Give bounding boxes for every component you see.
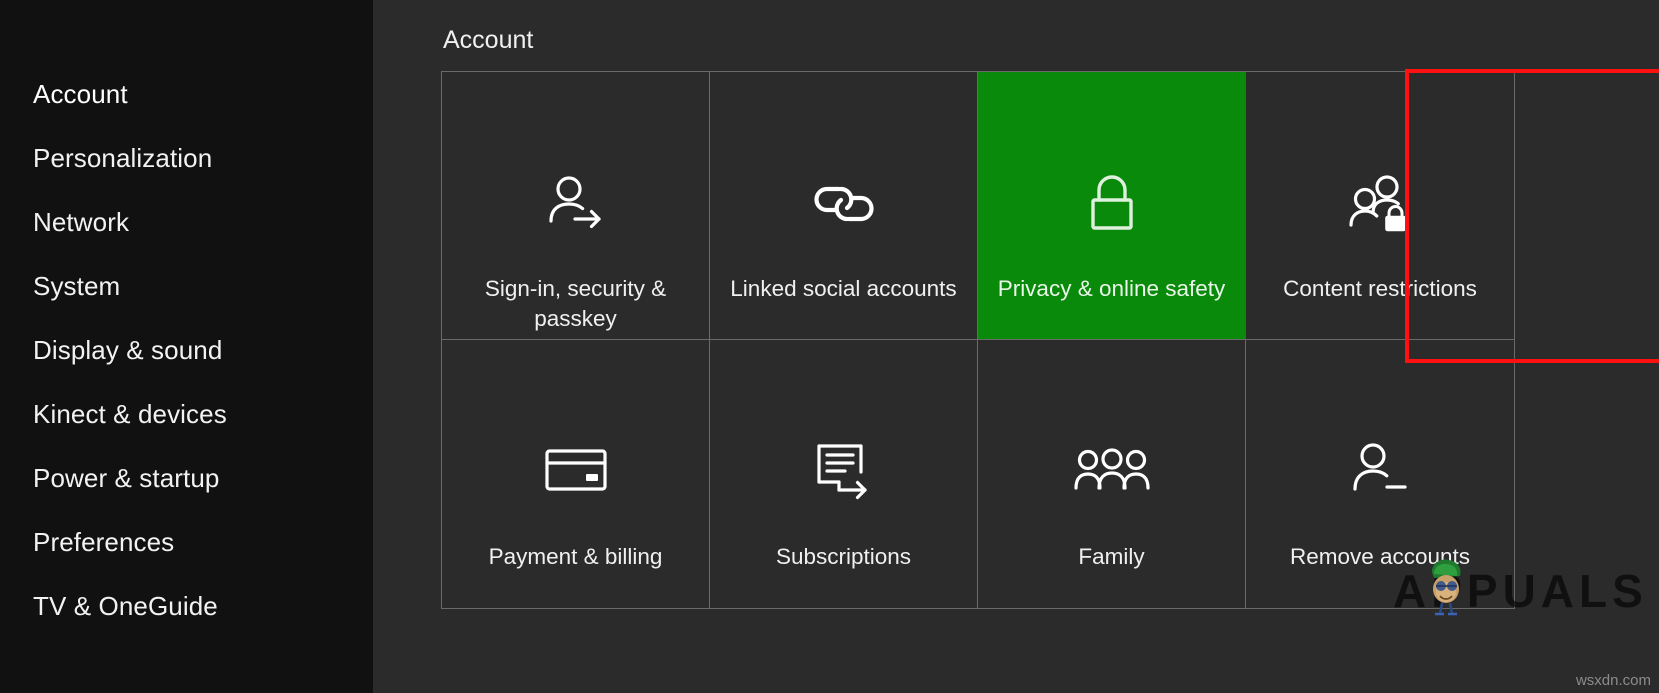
sidebar-item-label: Network [33, 206, 130, 237]
sidebar-item-network[interactable]: Network [0, 190, 373, 254]
credit-card-icon [544, 438, 608, 502]
tile-family[interactable]: Family [978, 340, 1246, 608]
sidebar-item-preferences[interactable]: Preferences [0, 510, 373, 574]
tile-label: Subscriptions [775, 544, 912, 569]
sidebar-item-label: Preferences [33, 526, 175, 557]
sidebar-item-personalization[interactable]: Personalization [0, 126, 373, 190]
tile-label: Sign-in, security & passkey [484, 276, 667, 331]
sidebar-item-system[interactable]: System [0, 254, 373, 318]
sidebar-item-kinect-devices[interactable]: Kinect & devices [0, 382, 373, 446]
tile-subscriptions[interactable]: Subscriptions [710, 340, 978, 608]
sidebar-item-tv-oneguide[interactable]: TV & OneGuide [0, 574, 373, 638]
tile-payment-billing[interactable]: Payment & billing [442, 340, 710, 608]
document-arrow-icon [815, 438, 873, 502]
sidebar-item-label: Personalization [33, 142, 213, 173]
page-title: Account [443, 26, 534, 54]
sidebar-item-label: Display & sound [33, 334, 223, 365]
tile-label: Content restrictions [1283, 276, 1477, 301]
tile-remove-accounts[interactable]: Remove accounts [1246, 340, 1514, 608]
chain-link-icon [811, 172, 877, 236]
people-lock-icon [1347, 172, 1413, 236]
person-arrow-icon [545, 172, 607, 236]
person-minus-icon [1349, 438, 1411, 502]
sidebar-item-label: Power & startup [33, 462, 220, 493]
sidebar-item-display-sound[interactable]: Display & sound [0, 318, 373, 382]
tile-label: Linked social accounts [730, 276, 957, 301]
tile-privacy-online-safety[interactable]: Privacy & online safety [978, 72, 1246, 340]
tile-label: Privacy & online safety [997, 276, 1226, 301]
lock-icon [1085, 172, 1139, 236]
tile-label: Remove accounts [1289, 544, 1471, 569]
sidebar-item-label: Account [33, 78, 128, 109]
people-group-icon [1073, 438, 1150, 502]
settings-sidebar: Account Personalization Network System D… [0, 0, 373, 693]
tile-content-restrictions[interactable]: Content restrictions [1246, 72, 1514, 340]
settings-main-panel: Account Sign-in, security & passkey Link… [373, 0, 1659, 693]
tile-label: Payment & billing [488, 544, 663, 569]
tile-linked-social-accounts[interactable]: Linked social accounts [710, 72, 978, 340]
sidebar-item-label: Kinect & devices [33, 398, 227, 429]
tile-label: Family [1078, 544, 1145, 569]
sidebar-item-power-startup[interactable]: Power & startup [0, 446, 373, 510]
sidebar-item-label: System [33, 270, 121, 301]
sidebar-item-label: TV & OneGuide [33, 590, 218, 621]
tile-signin-security-passkey[interactable]: Sign-in, security & passkey [442, 72, 710, 340]
xbox-settings-screen: Account Personalization Network System D… [0, 0, 1659, 693]
sidebar-item-account[interactable]: Account [0, 62, 373, 126]
account-tile-grid: Sign-in, security & passkey Linked socia… [441, 71, 1515, 609]
